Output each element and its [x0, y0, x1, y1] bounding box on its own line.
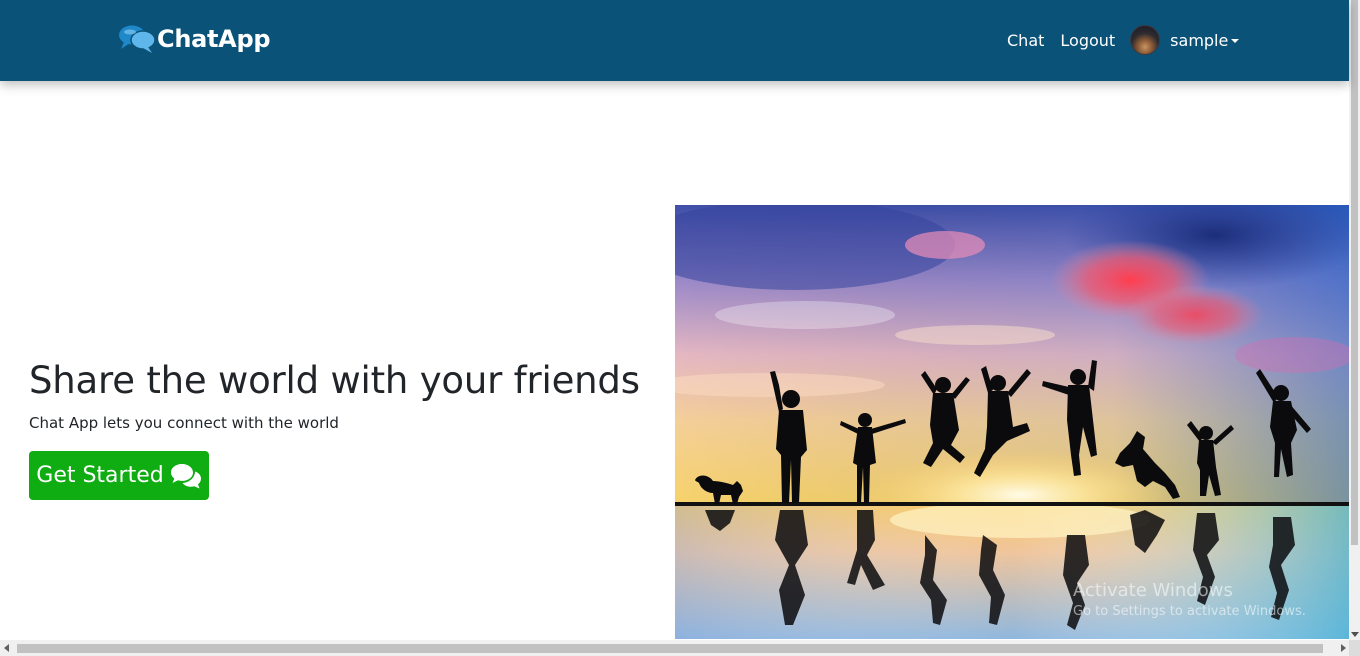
- vertical-scrollbar-thumb[interactable]: [1351, 0, 1358, 545]
- get-started-button[interactable]: Get Started: [29, 451, 209, 500]
- get-started-label: Get Started: [36, 463, 164, 488]
- avatar: [1130, 25, 1161, 55]
- scrollbar-corner: [1349, 640, 1360, 656]
- scroll-left-arrow-icon[interactable]: [4, 644, 9, 652]
- nav-links: Chat Logout sample: [1007, 24, 1240, 56]
- brand-link[interactable]: ChatApp: [117, 22, 271, 56]
- vertical-scrollbar[interactable]: [1349, 0, 1360, 640]
- brand-name: ChatApp: [157, 25, 271, 53]
- caret-down-icon: [1231, 38, 1240, 43]
- horizontal-scrollbar[interactable]: [0, 640, 1360, 656]
- hero-subtitle: Chat App lets you connect with the world: [29, 414, 339, 432]
- hero-text: Share the world with your friends Chat A…: [29, 357, 669, 433]
- navbar: ChatApp Chat Logout sample: [0, 0, 1349, 81]
- chat-bubbles-icon: [119, 25, 156, 53]
- scroll-right-arrow-icon[interactable]: [1341, 644, 1346, 652]
- hero-image: [675, 205, 1349, 639]
- user-menu-dropdown[interactable]: sample: [1130, 25, 1240, 55]
- nav-link-logout[interactable]: Logout: [1060, 31, 1115, 50]
- friends-silhouettes-sunset-image: [675, 205, 1349, 639]
- horizontal-scrollbar-thumb[interactable]: [17, 644, 1323, 653]
- username: sample: [1170, 30, 1229, 50]
- hero-title: Share the world with your friends: [29, 359, 640, 402]
- scroll-down-arrow-icon[interactable]: [1351, 632, 1359, 637]
- nav-link-chat[interactable]: Chat: [1007, 31, 1044, 50]
- comments-icon: [170, 463, 201, 488]
